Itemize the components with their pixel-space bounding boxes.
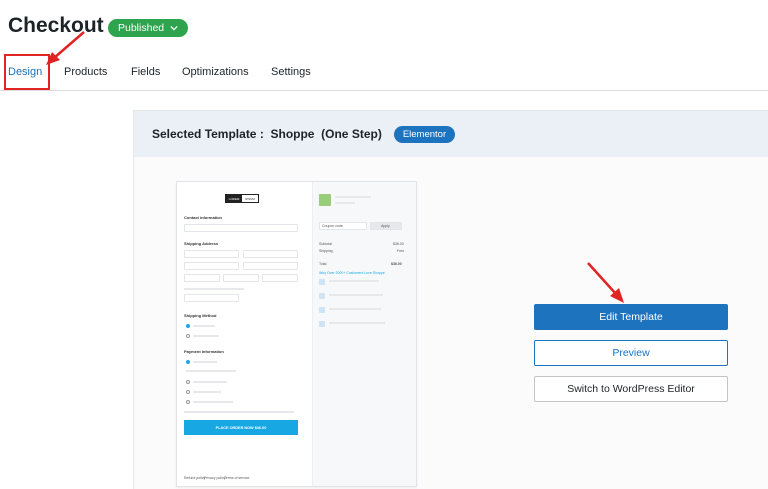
design-tab-highlight xyxy=(4,54,50,90)
preview-guarantee-heading: Why Over 2000+ Customers Love Shoppe xyxy=(319,271,385,275)
preview-product-thumbnail xyxy=(319,194,331,206)
preview-text-line xyxy=(329,280,379,282)
preview-text-line xyxy=(193,391,221,393)
preview-text-line xyxy=(193,381,227,383)
preview-footer-refund: Refund policy xyxy=(184,476,206,480)
preview-city xyxy=(184,274,220,282)
preview-text-line xyxy=(184,288,244,290)
preview-subtotal-value: $36.00 xyxy=(393,242,404,246)
preview-benefit-icon xyxy=(319,293,325,299)
template-panel: Selected Template : Shoppe (One Step) El… xyxy=(133,110,768,489)
page-title: Checkout xyxy=(8,14,104,37)
edit-template-button[interactable]: Edit Template xyxy=(534,304,728,330)
preview-shipping-heading: Shipping Address xyxy=(184,241,219,246)
tab-fields[interactable]: Fields xyxy=(131,66,160,78)
preview-text-line xyxy=(329,308,381,310)
preview-state xyxy=(223,274,259,282)
preview-coupon-placeholder: Coupon code xyxy=(322,224,343,228)
preview-email-input xyxy=(184,224,298,232)
preview-text-line xyxy=(335,196,371,198)
preview-benefit-icon xyxy=(319,307,325,313)
preview-apply-label: Apply xyxy=(381,224,390,228)
tab-optimizations[interactable]: Optimizations xyxy=(182,66,249,78)
preview-shipping-method-heading: Shipping Method xyxy=(184,313,217,318)
preview-logo-left: LOREM xyxy=(226,195,242,202)
preview-benefit-icon xyxy=(319,279,325,285)
preview-radio xyxy=(186,380,190,384)
switch-to-wordpress-editor-button[interactable]: Switch to WordPress Editor xyxy=(534,376,728,402)
preview-text-line xyxy=(193,335,219,337)
tab-settings[interactable]: Settings xyxy=(271,66,311,78)
preview-total-value: $36.00 xyxy=(391,262,402,266)
preview-address xyxy=(184,262,239,270)
preview-first-name xyxy=(184,250,239,258)
preview-text-line xyxy=(335,202,355,204)
preview-benefit-icon xyxy=(319,321,325,327)
preview-phone xyxy=(184,294,239,302)
preview-apply-button: Apply xyxy=(370,222,402,230)
template-panel-header: Selected Template : Shoppe (One Step) El… xyxy=(134,111,768,157)
preview-footer-terms: Terms of service xyxy=(224,476,250,480)
preview-footer-privacy: Privacy policy xyxy=(204,476,226,480)
template-preview-thumbnail[interactable]: LOREM IPSUM Contact information Shipping… xyxy=(176,181,417,487)
preview-last-name xyxy=(243,250,298,258)
preview-radio xyxy=(186,334,190,338)
preview-form-column: LOREM IPSUM Contact information Shipping… xyxy=(177,182,312,486)
tab-bar: Design Products Fields Optimizations Set… xyxy=(0,55,768,91)
preview-zip xyxy=(262,274,298,282)
preview-button[interactable]: Preview xyxy=(534,340,728,366)
preview-total-label: Total xyxy=(319,262,327,266)
preview-radio xyxy=(186,360,190,364)
preview-text-line xyxy=(193,325,215,327)
chevron-down-icon xyxy=(170,25,178,31)
preview-radio xyxy=(186,400,190,404)
preview-radio xyxy=(186,324,190,328)
preview-text-line xyxy=(329,294,383,296)
preview-text-line xyxy=(193,401,233,403)
preview-payment-heading: Payment Information xyxy=(184,349,224,354)
preview-coupon-input: Coupon code xyxy=(319,222,367,230)
preview-logo: LOREM IPSUM xyxy=(225,194,259,203)
preview-contact-heading: Contact information xyxy=(184,215,222,220)
preview-shipping-value: Free xyxy=(397,249,405,253)
preview-place-order-button: PLACE ORDER NOW $36.00 xyxy=(184,420,298,435)
builder-badge: Elementor xyxy=(393,125,456,143)
preview-text-line xyxy=(186,370,236,372)
preview-text-line xyxy=(193,361,217,363)
preview-radio xyxy=(186,390,190,394)
status-label: Published xyxy=(118,22,165,34)
preview-text-line xyxy=(184,411,294,413)
preview-subtotal-label: Subtotal xyxy=(319,242,332,246)
status-dropdown[interactable]: Published xyxy=(108,19,189,37)
preview-logo-right: IPSUM xyxy=(245,196,255,201)
preview-summary-column: Coupon code Apply Subtotal $36.00 Shippi… xyxy=(312,182,416,486)
preview-shipping-label: Shipping xyxy=(319,249,333,253)
tab-products[interactable]: Products xyxy=(64,66,107,78)
preview-apartment xyxy=(243,262,298,270)
selected-template-label: Selected Template : Shoppe (One Step) xyxy=(152,127,382,141)
preview-text-line xyxy=(329,322,385,324)
